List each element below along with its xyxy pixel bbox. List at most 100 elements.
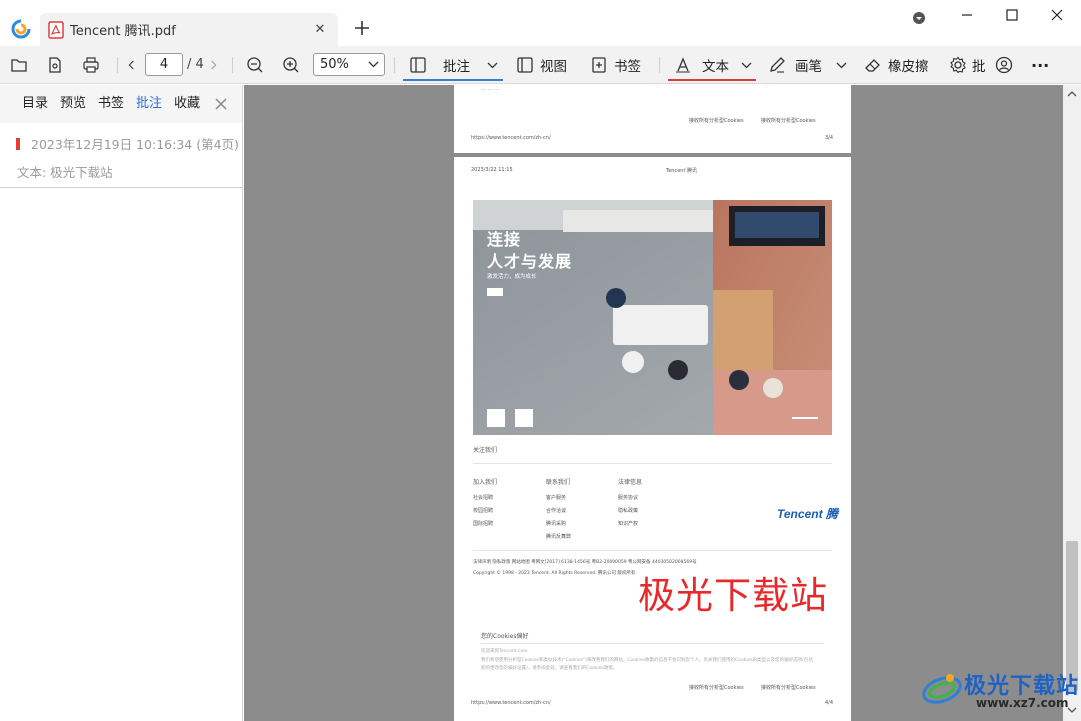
window-dropdown-icon[interactable]: [912, 11, 926, 25]
active-underline: [403, 79, 503, 81]
annotation-content: 文本: 极光下载站: [17, 165, 113, 180]
zoom-select[interactable]: 50%: [313, 53, 385, 76]
next-page-icon[interactable]: [207, 46, 219, 84]
divider: [473, 550, 832, 551]
pdf-page-3: — — — 接收所有分析型Cookies 接收所有分析型Cookies http…: [454, 85, 851, 153]
toolbar-divider: [117, 57, 118, 73]
gear-icon: [949, 56, 967, 74]
footer-link[interactable]: 国际招聘: [473, 520, 493, 527]
chevron-down-icon: [368, 59, 379, 70]
cookie-link[interactable]: 接收所有分析型Cookies: [689, 117, 744, 124]
cookie-link[interactable]: 接收所有分析型Cookies: [761, 117, 816, 124]
cookie-text: 欢迎来到Tencent.com: [481, 649, 528, 654]
cookie-text: 如何更改您的偏好设置)，请参阅此处。请查看我们的Cookies政策。: [481, 666, 618, 671]
zoom-value: 50%: [320, 57, 349, 72]
follow-us-label: 关注我们: [473, 447, 498, 454]
batch-label: 批: [972, 59, 986, 75]
cookie-text: — — —: [481, 87, 500, 93]
view-button[interactable]: 视图: [516, 46, 567, 84]
footer-link[interactable]: 隐私政策: [618, 507, 638, 514]
user-icon[interactable]: [995, 46, 1013, 84]
cookie-link[interactable]: 接收所有分析型Cookies: [761, 684, 816, 691]
minimize-icon[interactable]: [960, 8, 974, 22]
pdf-page-4: 2023/3/22 11:15 Tencent 腾讯 连接 人才与发展 激发活力…: [454, 157, 851, 721]
annotation-list-item[interactable]: 2023年12月19日 10:16:34 (第4页) 文本: 极光下载站: [0, 124, 242, 188]
batch-button[interactable]: 批: [949, 46, 986, 84]
page-header-date: 2023/3/22 11:15: [471, 167, 513, 173]
copyright-text: Copyright © 1998 - 2023 Tencent. All Rig…: [473, 571, 636, 576]
bookmark-button[interactable]: 书签: [590, 46, 641, 84]
tab-preview[interactable]: 预览: [60, 85, 86, 123]
footer-page-number: 4/4: [825, 700, 834, 706]
office-photo: [473, 200, 832, 435]
footer-url: https://www.tencent.com/zh-cn/: [471, 700, 551, 706]
tab-bookmarks[interactable]: 书签: [98, 85, 124, 123]
footer-column-heading: 加入我们: [473, 479, 498, 486]
cookie-text: 我们希望使用分析型Cookies和类似技术("Cookies")来改善我们的网站…: [481, 658, 813, 663]
tab-contents[interactable]: 目录: [22, 85, 48, 123]
footer-link[interactable]: 服务协议: [618, 494, 638, 501]
divider: [481, 643, 824, 644]
hero-title: 连接: [487, 230, 522, 249]
tab-title: Tencent 腾讯.pdf: [70, 24, 176, 39]
annotation-timestamp: 2023年12月19日 10:16:34 (第4页): [31, 137, 239, 152]
footer-link[interactable]: 腾讯采购: [546, 520, 566, 527]
text-tool-button[interactable]: 文本: [668, 50, 756, 81]
document-viewer[interactable]: — — — 接收所有分析型Cookies 接收所有分析型Cookies http…: [244, 85, 1063, 721]
tencent-logo: Tencent 腾: [777, 507, 838, 521]
sidebar: 目录 预览 书签 批注 收藏 2023年12月19日 10:16:34 (第4页…: [0, 85, 243, 721]
new-tab-icon[interactable]: [352, 18, 372, 38]
footer-page-number: 3/4: [825, 135, 834, 141]
pen-icon: [768, 56, 786, 74]
tab-annotations[interactable]: 批注: [136, 85, 162, 123]
chevron-down-icon: [836, 60, 847, 71]
close-tab-icon[interactable]: ✕: [308, 18, 332, 42]
maximize-icon[interactable]: [1005, 8, 1019, 22]
close-sidebar-icon[interactable]: [213, 96, 229, 112]
more-options-icon[interactable]: ···: [1031, 46, 1049, 84]
tab-favorites[interactable]: 收藏: [174, 85, 200, 123]
footer-link[interactable]: 社会招聘: [473, 494, 493, 501]
scroll-up-icon[interactable]: [1067, 89, 1077, 99]
hero-title: 人才与发展: [487, 252, 573, 271]
open-folder-icon[interactable]: [10, 46, 28, 84]
footer-link[interactable]: 知识产权: [618, 520, 638, 527]
toolbar-divider: [232, 57, 233, 73]
aurora-logo-icon: [922, 674, 962, 704]
divider: [473, 463, 832, 464]
eraser-button[interactable]: 橡皮擦: [864, 46, 929, 84]
toolbar: 4 / 4 50% 批注 视图 书签 文本 画笔 橡皮擦 批 ···: [0, 46, 1081, 84]
text-annotation[interactable]: 极光下载站: [638, 565, 828, 619]
document-tab[interactable]: Tencent 腾讯.pdf ✕: [40, 13, 338, 46]
eraser-label: 橡皮擦: [888, 59, 929, 75]
zoom-out-icon[interactable]: [246, 46, 264, 84]
prev-page-icon[interactable]: [126, 46, 138, 84]
close-window-icon[interactable]: [1050, 8, 1064, 22]
footer-column-heading: 法律信息: [618, 479, 643, 486]
pdf-file-icon: [48, 20, 64, 39]
bookmark-icon: [590, 56, 608, 74]
annotate-menu-button[interactable]: 批注: [403, 50, 503, 81]
page-header-title: Tencent 腾讯: [666, 168, 697, 174]
cookie-title: 您的Cookies偏好: [481, 633, 529, 640]
hero-image: 连接 人才与发展 激发活力，成为成长: [473, 200, 832, 435]
vertical-scrollbar[interactable]: [1063, 85, 1081, 721]
eraser-icon: [864, 56, 882, 74]
pen-label: 画笔: [795, 59, 822, 75]
zoom-in-icon[interactable]: [282, 46, 300, 84]
site-url: www.xz7.com: [976, 696, 1069, 710]
page-total: / 4: [187, 57, 204, 72]
app-logo-icon: [10, 18, 32, 40]
page-number-input[interactable]: 4: [145, 53, 183, 76]
print-icon[interactable]: [82, 46, 100, 84]
cookie-link[interactable]: 接收所有分析型Cookies: [689, 684, 744, 691]
footer-link[interactable]: 合作洽谈: [546, 507, 566, 514]
footer-link[interactable]: 腾讯反舞弊: [546, 533, 571, 540]
footer-link[interactable]: 校园招聘: [473, 507, 493, 514]
footer-column-heading: 联系我们: [546, 479, 571, 486]
site-watermark: 极光下载站 www.xz7.com: [920, 664, 1078, 716]
footer-link[interactable]: 客户服务: [546, 494, 566, 501]
bookmark-label: 书签: [614, 59, 641, 75]
pen-tool-button[interactable]: 画笔: [768, 46, 847, 84]
save-file-icon[interactable]: [46, 46, 64, 84]
